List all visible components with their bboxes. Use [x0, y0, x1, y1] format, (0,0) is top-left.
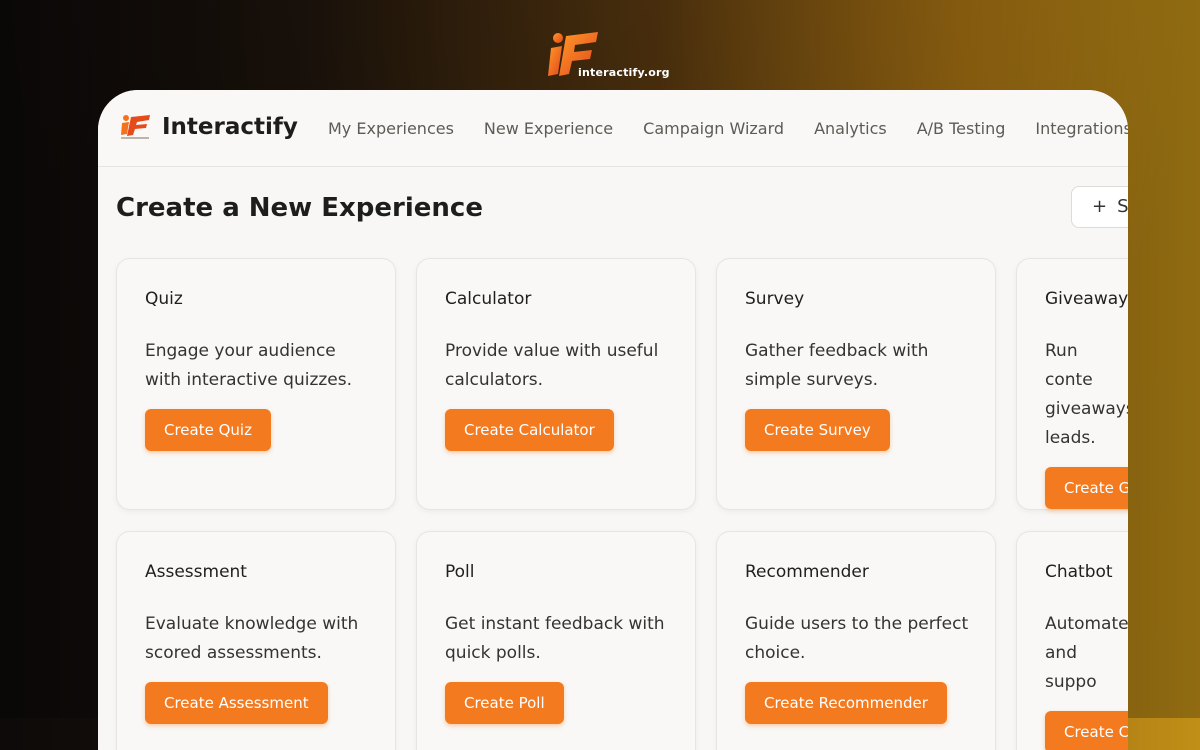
- nav-ab-testing[interactable]: A/B Testing: [917, 119, 1006, 138]
- create-calculator-button[interactable]: Create Calculator: [445, 409, 614, 451]
- nav-my-experiences[interactable]: My Experiences: [328, 119, 454, 138]
- new-action-button[interactable]: + S: [1071, 186, 1128, 228]
- card-title: Assessment: [145, 562, 247, 582]
- card-title: Chatbot: [1045, 562, 1113, 582]
- card-giveaway: Giveaway Run conte giveaways leads. Crea…: [1016, 258, 1128, 510]
- main-nav: My Experiences New Experience Campaign W…: [328, 119, 1128, 138]
- nav-integrations[interactable]: Integrations: [1035, 119, 1128, 138]
- card-survey: Survey Gather feedback with simple surve…: [716, 258, 996, 510]
- card-description: Guide users to the perfect choice.: [745, 614, 969, 663]
- card-recommender: Recommender Guide users to the perfect c…: [716, 531, 996, 750]
- nav-campaign-wizard[interactable]: Campaign Wizard: [643, 119, 784, 138]
- app-header: Interactify My Experiences New Experienc…: [98, 90, 1128, 167]
- new-action-label: S: [1117, 196, 1128, 217]
- app-logo-icon[interactable]: [120, 114, 152, 142]
- create-survey-button[interactable]: Create Survey: [745, 409, 890, 451]
- card-title: Survey: [745, 289, 805, 309]
- card-description: Automate and suppo: [1045, 614, 1128, 692]
- card-description: Engage your audience with interactive qu…: [145, 341, 353, 390]
- card-poll: Poll Get instant feedback with quick pol…: [416, 531, 696, 750]
- card-assessment: Assessment Evaluate knowledge with score…: [116, 531, 396, 750]
- card-description: Provide value with useful calculators.: [445, 341, 659, 390]
- create-giveaway-button[interactable]: Create G: [1045, 467, 1128, 509]
- plus-icon: +: [1092, 196, 1108, 217]
- card-quiz: Quiz Engage your audience with interacti…: [116, 258, 396, 510]
- nav-analytics[interactable]: Analytics: [814, 119, 887, 138]
- create-quiz-button[interactable]: Create Quiz: [145, 409, 271, 451]
- card-title: Giveaway: [1045, 289, 1128, 309]
- card-description: Evaluate knowledge with scored assessmen…: [145, 614, 359, 663]
- card-title: Recommender: [745, 562, 869, 582]
- app-window: Interactify My Experiences New Experienc…: [98, 90, 1128, 750]
- nav-new-experience[interactable]: New Experience: [484, 119, 613, 138]
- card-title: Poll: [445, 562, 475, 582]
- card-title: Quiz: [145, 289, 183, 309]
- brand-url: interactify.org: [578, 66, 670, 79]
- brand-header: interactify.org: [548, 30, 678, 82]
- card-description: Gather feedback with simple surveys.: [745, 341, 929, 390]
- card-description: Run conte giveaways leads.: [1045, 341, 1128, 448]
- app-name[interactable]: Interactify: [162, 114, 298, 140]
- card-description: Get instant feedback with quick polls.: [445, 614, 665, 663]
- card-calculator: Calculator Provide value with useful cal…: [416, 258, 696, 510]
- page-title: Create a New Experience: [116, 193, 483, 223]
- card-chatbot: Chatbot Automate and suppo Create C: [1016, 531, 1128, 750]
- create-chatbot-button[interactable]: Create C: [1045, 711, 1128, 750]
- card-title: Calculator: [445, 289, 532, 309]
